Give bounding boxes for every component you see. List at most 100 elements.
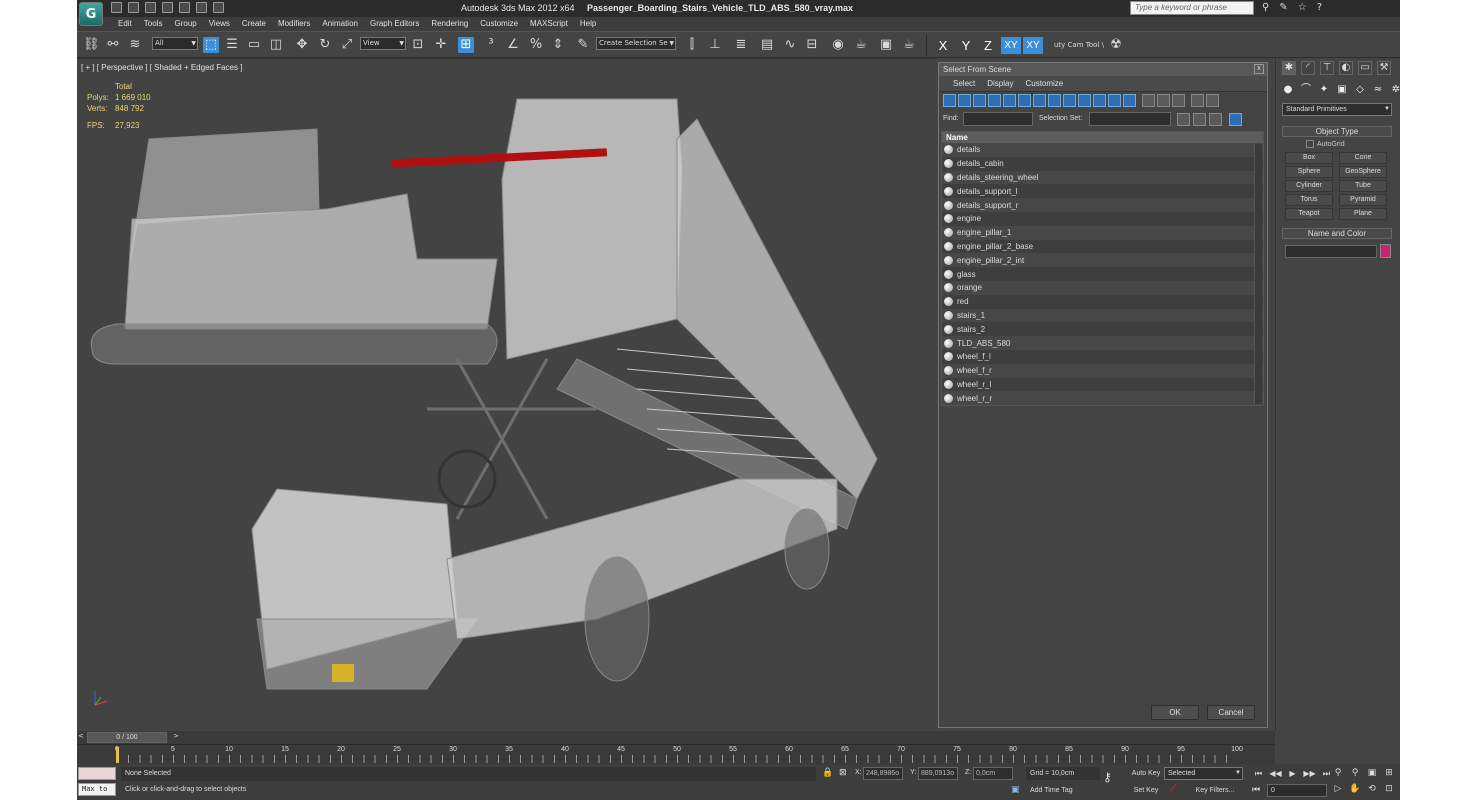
axis-x-button[interactable]: X bbox=[934, 37, 952, 54]
display-none-icon[interactable] bbox=[1142, 94, 1155, 107]
bind-space-warp-icon[interactable]: ≋ bbox=[127, 37, 143, 53]
menu-rendering[interactable]: Rendering bbox=[425, 17, 474, 31]
list-item[interactable]: orange bbox=[942, 280, 1263, 295]
teapot-icon[interactable]: ☢ bbox=[1108, 37, 1124, 53]
sort-icon[interactable] bbox=[1172, 94, 1185, 107]
maxscript-listener-mini[interactable] bbox=[78, 767, 116, 780]
menu-animation[interactable]: Animation bbox=[316, 17, 364, 31]
x-coord-field[interactable]: 248,8986o bbox=[863, 767, 903, 780]
axis-xy-cycle-button[interactable]: XY bbox=[1023, 37, 1043, 54]
maxscript-input[interactable]: Max to bbox=[78, 783, 116, 796]
select-none-icon[interactable] bbox=[1193, 113, 1206, 126]
list-item[interactable]: details_steering_wheel bbox=[942, 170, 1263, 185]
time-tag-icon[interactable]: ▣ bbox=[1011, 785, 1020, 795]
selection-filter-dropdown[interactable]: All bbox=[152, 37, 198, 50]
link-icon[interactable]: ⛓ bbox=[83, 37, 100, 53]
zoom-all-icon[interactable]: ⚲ bbox=[1349, 767, 1361, 780]
menu-maxscript[interactable]: MAXScript bbox=[524, 17, 574, 31]
track-bar[interactable]: 0510152025303540455055606570758085909510… bbox=[77, 744, 1275, 764]
rendered-frame-window-icon[interactable]: ▣ bbox=[878, 37, 894, 53]
filter-options-icon[interactable] bbox=[1206, 94, 1219, 107]
dialog-title-bar[interactable]: Select From Scene x bbox=[939, 63, 1267, 76]
spinner-snap-icon[interactable]: ⇕ bbox=[550, 37, 566, 53]
hierarchy-tab-icon[interactable]: ⊤ bbox=[1320, 61, 1334, 75]
display-groups-icon[interactable] bbox=[1033, 94, 1046, 107]
key-filters-button[interactable]: Key Filters... bbox=[1187, 784, 1243, 797]
orbit-icon[interactable]: ⟲ bbox=[1366, 783, 1378, 796]
menu-customize[interactable]: Customize bbox=[474, 17, 524, 31]
unlink-icon[interactable]: ⚯ bbox=[105, 37, 121, 53]
help-search-input[interactable]: Type a keyword or phrase bbox=[1130, 1, 1254, 15]
display-geometry-icon[interactable] bbox=[943, 94, 956, 107]
menu-edit[interactable]: Edit bbox=[112, 17, 138, 31]
y-coord-field[interactable]: 889,0913o bbox=[918, 767, 958, 780]
current-frame-marker[interactable] bbox=[116, 747, 119, 763]
list-scrollbar[interactable] bbox=[1254, 144, 1262, 404]
cylinder-button[interactable]: Cylinder bbox=[1285, 180, 1333, 192]
add-time-tag-button[interactable]: Add Time Tag bbox=[1026, 784, 1100, 797]
display-xrefs-icon[interactable] bbox=[1048, 94, 1061, 107]
motion-tab-icon[interactable]: ◐ bbox=[1339, 61, 1353, 75]
selection-lock-icon[interactable]: 🔒 bbox=[822, 768, 833, 778]
absolute-mode-icon[interactable]: ⊠ bbox=[839, 768, 847, 778]
viewport-label[interactable]: [ + ] [ Perspective ] [ Shaded + Edged F… bbox=[81, 63, 242, 72]
next-frame-icon[interactable]: ▶▶ bbox=[1303, 767, 1316, 780]
sync-selection-icon[interactable] bbox=[1229, 113, 1242, 126]
pan-icon[interactable]: ✋ bbox=[1349, 783, 1361, 796]
window-crossing-icon[interactable]: ◫ bbox=[268, 37, 284, 53]
object-type-rollout[interactable]: Object Type bbox=[1282, 126, 1392, 137]
axis-xy-button[interactable]: XY bbox=[1001, 37, 1021, 54]
keyboard-shortcut-override-icon[interactable]: ⊞ bbox=[458, 37, 474, 53]
select-invert-icon[interactable] bbox=[1209, 113, 1222, 126]
lights-category-icon[interactable]: ✦ bbox=[1318, 84, 1330, 96]
schematic-view-icon[interactable]: ⊟ bbox=[804, 37, 820, 53]
display-lights-icon[interactable] bbox=[973, 94, 986, 107]
default-in-out-tangent-icon[interactable]: ⟋ bbox=[1170, 783, 1177, 794]
rectangular-selection-icon[interactable]: ▭ bbox=[246, 37, 262, 53]
geosphere-button[interactable]: GeoSphere bbox=[1339, 166, 1387, 178]
dialog-menu-customize[interactable]: Customize bbox=[1019, 76, 1069, 91]
perspective-viewport[interactable]: [ + ] [ Perspective ] [ Shaded + Edged F… bbox=[77, 58, 937, 730]
list-item[interactable]: details_cabin bbox=[942, 157, 1263, 171]
key-icon[interactable]: ⚷ bbox=[1103, 770, 1112, 784]
list-item[interactable]: TLD_ABS_580 bbox=[942, 336, 1263, 350]
selection-set-dropdown[interactable] bbox=[1089, 112, 1171, 126]
display-space-warps-icon[interactable] bbox=[1018, 94, 1031, 107]
menu-views[interactable]: Views bbox=[203, 17, 236, 31]
help-icon[interactable]: ? bbox=[1317, 2, 1322, 13]
teapot-button[interactable]: Teapot bbox=[1285, 208, 1333, 220]
list-item[interactable]: red bbox=[942, 295, 1263, 309]
select-move-icon[interactable]: ✥ bbox=[294, 37, 310, 53]
render-setup-icon[interactable]: ☕ bbox=[853, 37, 869, 53]
menu-help[interactable]: Help bbox=[574, 17, 602, 31]
autogrid-checkbox[interactable] bbox=[1306, 140, 1314, 148]
key-mode-dropdown[interactable]: Selected bbox=[1164, 767, 1243, 780]
column-header-name[interactable]: Name bbox=[942, 132, 1263, 143]
play-icon[interactable]: ▶ bbox=[1286, 767, 1299, 780]
binoculars-icon[interactable]: ⚲ bbox=[1262, 2, 1269, 13]
plane-button[interactable]: Plane bbox=[1339, 208, 1387, 220]
time-slider[interactable]: 0 / 100 bbox=[87, 732, 167, 743]
find-input[interactable] bbox=[963, 112, 1033, 126]
zoom-extents-all-icon[interactable]: ⊞ bbox=[1383, 767, 1395, 780]
select-scale-icon[interactable]: ⤢ bbox=[339, 37, 355, 53]
systems-category-icon[interactable]: ✲ bbox=[1390, 84, 1400, 96]
modify-tab-icon[interactable]: ◜ bbox=[1301, 61, 1315, 75]
edit-named-selection-icon[interactable]: ✎ bbox=[575, 37, 591, 53]
display-all-icon[interactable] bbox=[1123, 94, 1136, 107]
torus-button[interactable]: Torus bbox=[1285, 194, 1333, 206]
object-name-input[interactable] bbox=[1285, 245, 1377, 258]
tube-button[interactable]: Tube bbox=[1339, 180, 1387, 192]
angle-snap-icon[interactable]: ∠ bbox=[505, 37, 521, 53]
list-item[interactable]: glass bbox=[942, 267, 1263, 281]
align-icon[interactable]: ⊥ bbox=[707, 37, 723, 53]
manipulate-icon[interactable]: ✛ bbox=[433, 37, 449, 53]
select-rotate-icon[interactable]: ↻ bbox=[317, 37, 333, 53]
layer-manager-icon[interactable]: ≣ bbox=[733, 37, 749, 53]
field-of-view-icon[interactable]: ▷ bbox=[1332, 783, 1344, 796]
maximize-viewport-icon[interactable]: ⊡ bbox=[1383, 783, 1395, 796]
utilities-tab-icon[interactable]: ⚒ bbox=[1377, 61, 1391, 75]
menu-modifiers[interactable]: Modifiers bbox=[272, 17, 316, 31]
menu-create[interactable]: Create bbox=[236, 17, 272, 31]
display-shapes-icon[interactable] bbox=[958, 94, 971, 107]
